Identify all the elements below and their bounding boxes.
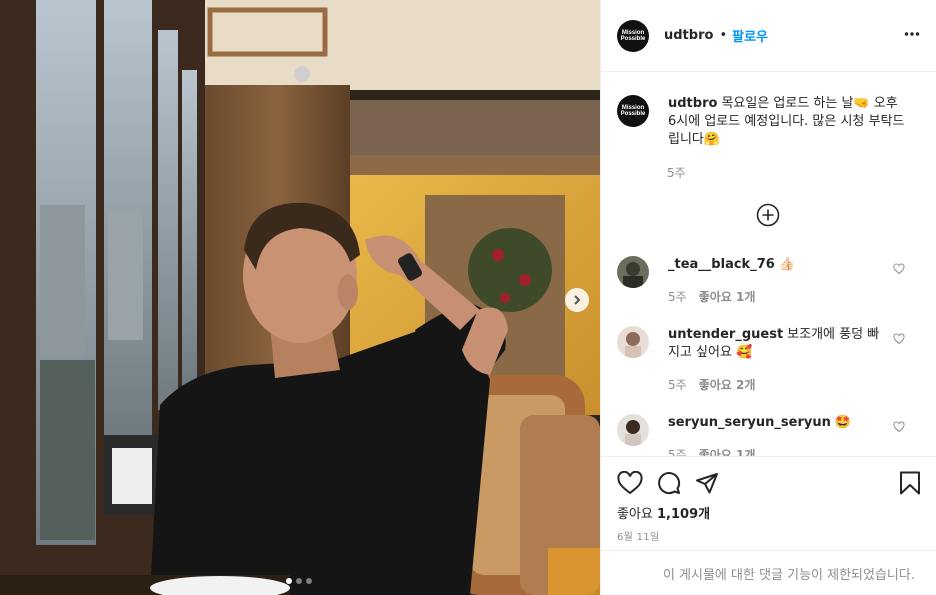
post-caption: Mission Possible udtbro 목요일은 업로드 하는 날🤜 오후…: [617, 95, 906, 149]
post-side-panel: Mission Possible udtbro • 팔로우 Mission Po…: [600, 0, 936, 595]
carousel-next-button[interactable]: [565, 288, 589, 312]
comment-body: untender_guest 보조개에 풍덩 빠지고 싶어요 🥰: [668, 326, 888, 362]
caption-avatar[interactable]: Mission Possible: [617, 95, 649, 127]
separator-dot: •: [719, 28, 728, 43]
avatar-logo-text: Possible: [620, 111, 646, 117]
comment-time[interactable]: 5주: [668, 288, 687, 305]
photo-image: [0, 0, 600, 595]
comment-time[interactable]: 5주: [668, 446, 687, 456]
likes-prefix: 좋아요: [617, 507, 658, 522]
author-username[interactable]: udtbro: [664, 28, 713, 43]
carousel-dot: [306, 578, 312, 584]
commenter-avatar[interactable]: [617, 326, 649, 358]
comments-area[interactable]: Mission Possible udtbro 목요일은 업로드 하는 날🤜 오후…: [601, 73, 936, 456]
more-horizontal-icon[interactable]: [904, 26, 920, 46]
like-count[interactable]: 좋아요 1,109개: [617, 503, 710, 522]
avatar-logo-text: Possible: [620, 35, 646, 42]
heart-outline-icon[interactable]: [893, 418, 905, 437]
paper-plane-icon[interactable]: [695, 471, 719, 499]
comment-bubble-icon[interactable]: [657, 471, 681, 499]
caption-timestamp[interactable]: 5주: [667, 164, 686, 181]
author-avatar[interactable]: Mission Possible: [617, 19, 649, 52]
comment-text: 🤩: [834, 415, 852, 430]
comment-time[interactable]: 5주: [668, 376, 687, 393]
post-actions: 좋아요 1,109개 6월 11일: [601, 456, 936, 550]
commenter-avatar[interactable]: [617, 414, 649, 446]
comments-disabled-notice: 이 게시물에 대한 댓글 기능이 제한되었습니다.: [601, 550, 936, 595]
follow-button[interactable]: 팔로우: [732, 26, 768, 45]
plus-circle-icon[interactable]: [756, 203, 780, 231]
commenter-avatar[interactable]: [617, 256, 649, 288]
comment-meta: 5주 좋아요 1개: [668, 446, 755, 456]
heart-outline-icon[interactable]: [617, 470, 643, 499]
post-photo[interactable]: [0, 0, 600, 595]
action-icons: [617, 470, 719, 499]
post-header: Mission Possible udtbro • 팔로우: [601, 0, 936, 72]
carousel-dots: [286, 578, 312, 584]
comment-body: _tea__black_76 👍🏻: [668, 256, 888, 274]
heart-outline-icon[interactable]: [893, 260, 905, 279]
heart-outline-icon[interactable]: [893, 330, 905, 349]
carousel-dot: [286, 578, 292, 584]
commenter-username[interactable]: seryun_seryun_seryun: [668, 415, 831, 430]
commenter-username[interactable]: _tea__black_76: [668, 257, 775, 272]
comment-text: 👍🏻: [778, 257, 795, 272]
caption-text-block: udtbro 목요일은 업로드 하는 날🤜 오후 6시에 업로드 예정입니다. 많…: [668, 95, 906, 149]
caption-username[interactable]: udtbro: [668, 96, 717, 111]
post-date[interactable]: 6월 11일: [617, 528, 659, 543]
comments-disabled-text: 이 게시물에 대한 댓글 기능이 제한되었습니다.: [662, 567, 915, 583]
comment-meta: 5주 좋아요 1개: [668, 288, 755, 305]
likes-number: 1,109개: [657, 507, 711, 522]
comment-meta: 5주 좋아요 2개: [668, 376, 755, 393]
comment-body: seryun_seryun_seryun 🤩: [668, 414, 888, 432]
comment-likes[interactable]: 좋아요 1개: [699, 288, 756, 305]
carousel-dot: [296, 578, 302, 584]
chevron-right-icon: [571, 294, 583, 306]
commenter-username[interactable]: untender_guest: [668, 327, 783, 342]
bookmark-icon[interactable]: [899, 471, 921, 499]
comment-likes[interactable]: 좋아요 2개: [699, 376, 756, 393]
comment-likes[interactable]: 좋아요 1개: [699, 446, 756, 456]
